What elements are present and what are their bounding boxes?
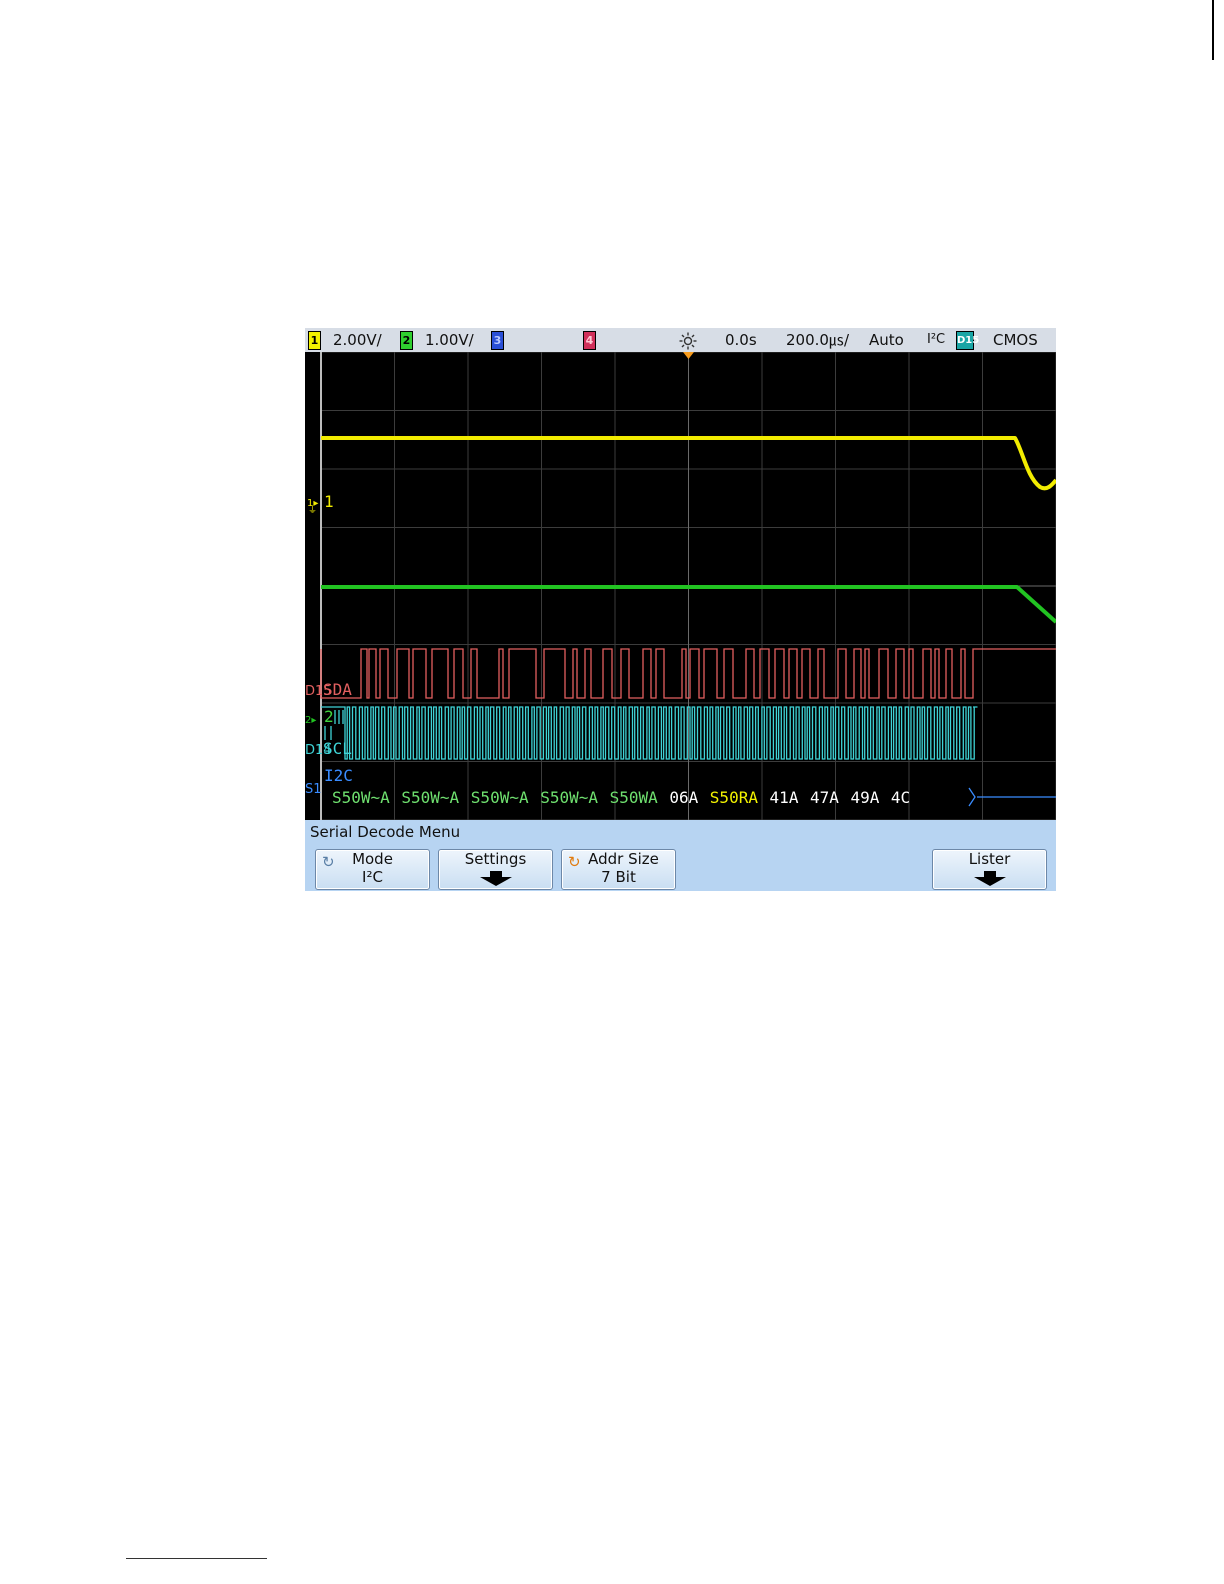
decode-packet: 4C — [891, 788, 910, 807]
lister-softkey[interactable]: Lister — [932, 849, 1047, 890]
status-bar: 1 2.00V/ 2 1.00V/ 3 4 0.0s 200.0㎲/ Auto … — [305, 328, 1056, 352]
waveform-display[interactable]: S50W~A S50W~A S50W~A S50W~A S50WA 06A S50RA 41A… — [305, 351, 1056, 821]
svg-text:⏚: ⏚ — [308, 505, 317, 516]
scl-waveform — [321, 706, 978, 760]
decode-packet: S50W~A — [471, 788, 529, 807]
time-offset[interactable]: 0.0s — [725, 330, 757, 350]
channel-1-badge[interactable]: 1 — [308, 331, 321, 350]
page-edge-rule — [1212, 0, 1214, 60]
decode-packet: S50RA — [710, 788, 759, 807]
waveform-canvas: S50W~A S50W~A S50W~A S50W~A S50WA 06A S50RA 41A… — [305, 351, 1056, 821]
mode-softkey[interactable]: ↻ Mode I²C — [315, 849, 430, 890]
digital-channel-badge[interactable]: D15 — [956, 331, 979, 350]
mode-label: Mode — [352, 850, 393, 868]
decode-packet: S50W~A — [401, 788, 459, 807]
footnote-rule — [126, 1558, 267, 1559]
channel-3-badge[interactable]: 3 — [491, 331, 504, 350]
decode-packet: S50WA — [610, 788, 659, 807]
addr-size-softkey[interactable]: ↻ Addr Size 7 Bit — [561, 849, 676, 890]
oscilloscope-screenshot: 1 2.00V/ 2 1.00V/ 3 4 0.0s 200.0㎲/ Auto … — [305, 328, 1056, 891]
decode-packet: 41A — [770, 788, 799, 807]
decode-packet: 47A — [810, 788, 839, 807]
lister-label: Lister — [968, 850, 1011, 868]
channel-4-badge[interactable]: 4 — [583, 331, 596, 350]
channel-2-badge[interactable]: 2 — [400, 331, 413, 350]
trigger-position-marker — [683, 352, 694, 359]
menu-title: Serial Decode Menu — [310, 823, 461, 841]
sun-icon — [679, 332, 697, 350]
arrow-down-icon — [973, 871, 1006, 886]
channel-2-scale[interactable]: 1.00V/ — [425, 330, 474, 350]
channel-1-label: 1 — [324, 492, 334, 511]
serial-1-marker: S1 — [305, 782, 322, 797]
sda-label: SDA — [323, 680, 352, 699]
addr-size-label: Addr Size — [588, 850, 659, 868]
softkey-menu: Serial Decode Menu ↻ Mode I²C Settings ↻… — [305, 820, 1056, 891]
trigger-mode[interactable]: Auto — [869, 330, 904, 350]
decode-packet: 06A — [669, 788, 698, 807]
settings-softkey[interactable]: Settings — [438, 849, 553, 890]
channel-2-label: 2 — [324, 707, 334, 726]
i2c-bus-label: I2C — [324, 766, 353, 785]
addr-size-value: 7 Bit — [601, 868, 636, 886]
time-scale[interactable]: 200.0㎲/ — [786, 330, 849, 350]
channel-1-scale[interactable]: 2.00V/ — [333, 330, 382, 350]
decode-packet: S50W~A — [332, 788, 390, 807]
channel-2-ground-marker: 2▸ — [305, 715, 316, 726]
arrow-down-icon — [479, 871, 512, 886]
mode-value: I²C — [362, 868, 383, 886]
scl-label: SCL — [323, 739, 352, 758]
decode-packet: 49A — [850, 788, 879, 807]
trigger-type[interactable]: I²C — [927, 330, 945, 350]
logic-family[interactable]: CMOS — [993, 330, 1038, 350]
decode-packet: S50W~A — [540, 788, 598, 807]
decode-row: S50W~A S50W~A S50W~A S50W~A S50WA 06A S50RA 41A… — [332, 788, 910, 807]
settings-label: Settings — [464, 850, 527, 868]
